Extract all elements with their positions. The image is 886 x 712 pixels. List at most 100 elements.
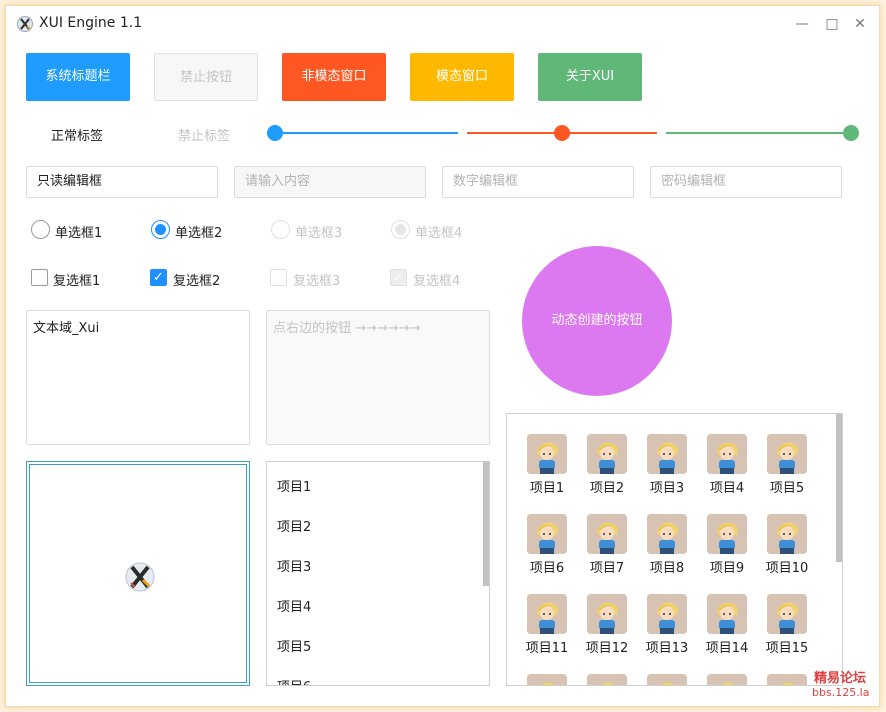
modal-window-button[interactable]: 模态窗口 xyxy=(410,53,514,101)
xui-logo-icon xyxy=(17,16,33,32)
grid-item-label: 项目6 xyxy=(529,561,565,576)
grid-item[interactable]: 项目2 xyxy=(577,434,637,496)
character-avatar-icon xyxy=(587,514,627,554)
text-input[interactable]: 请输入内容 xyxy=(234,166,426,198)
grid-item[interactable] xyxy=(757,674,817,685)
checkbox-1[interactable] xyxy=(31,269,48,286)
list-item[interactable]: 项目6 xyxy=(277,676,311,685)
grid-item-label: 项目11 xyxy=(525,641,569,656)
grid-item-label: 项目5 xyxy=(769,481,805,496)
grid-item-label: 项目14 xyxy=(705,641,749,656)
character-avatar-icon xyxy=(527,674,567,685)
list-item[interactable]: 项目5 xyxy=(277,636,311,655)
number-input[interactable]: 数字编辑框 xyxy=(442,166,634,198)
character-avatar-icon xyxy=(647,434,687,474)
password-input[interactable]: 密码编辑框 xyxy=(650,166,842,198)
checkbox-3 xyxy=(270,269,287,286)
grid-item[interactable]: 项目9 xyxy=(697,514,757,576)
list-box[interactable]: 项目1 项目2 项目3 项目4 项目5 项目6 xyxy=(266,461,490,686)
grid-item[interactable]: 项目15 xyxy=(757,594,817,656)
grid-item[interactable]: 项目5 xyxy=(757,434,817,496)
grid-item-label: 项目8 xyxy=(649,561,685,576)
character-avatar-icon xyxy=(707,514,747,554)
grid-item[interactable] xyxy=(577,674,637,685)
green-slider-handle[interactable] xyxy=(843,125,859,141)
grid-item[interactable] xyxy=(517,674,577,685)
radio-2[interactable] xyxy=(151,220,170,239)
character-avatar-icon xyxy=(587,594,627,634)
checkbox-2[interactable]: ✓ xyxy=(150,269,167,286)
character-avatar-icon xyxy=(527,434,567,474)
character-avatar-icon xyxy=(707,674,747,685)
system-titlebar-button[interactable]: 系统标题栏 xyxy=(26,53,130,101)
green-slider-track[interactable] xyxy=(666,132,850,134)
grid-item[interactable]: 项目10 xyxy=(757,514,817,576)
list-item[interactable]: 项目2 xyxy=(277,516,311,535)
icon-grid[interactable]: 项目1 项目2 项目3 项目4 项目5 项目6 项目7 项目8 项目9 项目10 项目11 项目12 项… xyxy=(506,413,843,686)
grid-item[interactable]: 项目8 xyxy=(637,514,697,576)
grid-item-label: 项目3 xyxy=(649,481,685,496)
radio-1[interactable] xyxy=(31,220,50,239)
grid-item[interactable] xyxy=(637,674,697,685)
red-slider-handle[interactable] xyxy=(554,125,570,141)
character-avatar-icon xyxy=(527,594,567,634)
blue-slider-handle[interactable] xyxy=(267,125,283,141)
grid-item-label: 项目10 xyxy=(765,561,809,576)
grid-item[interactable]: 项目7 xyxy=(577,514,637,576)
character-avatar-icon xyxy=(647,514,687,554)
disabled-button: 禁止按钮 xyxy=(154,53,258,101)
grid-item[interactable]: 项目3 xyxy=(637,434,697,496)
grid-item[interactable]: 项目4 xyxy=(697,434,757,496)
image-box xyxy=(26,461,250,686)
grid-item-label: 项目13 xyxy=(645,641,689,656)
grid-item[interactable]: 项目13 xyxy=(637,594,697,656)
blue-slider-track[interactable] xyxy=(274,132,458,134)
about-xui-button[interactable]: 关于XUI xyxy=(538,53,642,101)
character-avatar-icon xyxy=(707,594,747,634)
maximize-icon[interactable]: □ xyxy=(823,15,841,33)
grid-scrollbar[interactable] xyxy=(836,414,842,562)
list-item[interactable]: 项目4 xyxy=(277,596,311,615)
grid-item-label: 项目7 xyxy=(589,561,625,576)
grid-item-label: 项目9 xyxy=(709,561,745,576)
normal-label: 正常标签 xyxy=(51,129,104,144)
grid-item[interactable] xyxy=(697,674,757,685)
disabled-text-area: 点右边的按钮 →→→→→→ xyxy=(266,310,490,445)
character-avatar-icon xyxy=(767,514,807,554)
grid-item[interactable]: 项目11 xyxy=(517,594,577,656)
xui-logo-icon xyxy=(125,562,155,592)
grid-item[interactable]: 项目12 xyxy=(577,594,637,656)
radio-2-label: 单选框2 xyxy=(175,226,223,241)
dynamic-round-button[interactable]: 动态创建的按钮 xyxy=(522,246,672,396)
minimize-icon[interactable]: — xyxy=(793,15,811,33)
checkmark-icon: ✓ xyxy=(393,270,404,285)
list-item[interactable]: 项目3 xyxy=(277,556,311,575)
character-avatar-icon xyxy=(587,674,627,685)
modeless-window-button[interactable]: 非模态窗口 xyxy=(282,53,386,101)
list-scrollbar[interactable] xyxy=(483,462,489,586)
grid-item-label: 项目4 xyxy=(709,481,745,496)
grid-item[interactable]: 项目6 xyxy=(517,514,577,576)
app-window: XUI Engine 1.1 — □ ✕ 系统标题栏 禁止按钮 非模态窗口 模态… xyxy=(5,5,880,707)
grid-item-label: 项目2 xyxy=(589,481,625,496)
grid-item[interactable]: 项目1 xyxy=(517,434,577,496)
grid-item[interactable]: 项目14 xyxy=(697,594,757,656)
character-avatar-icon xyxy=(707,434,747,474)
grid-item-label: 项目1 xyxy=(529,481,565,496)
character-avatar-icon xyxy=(767,594,807,634)
checkbox-3-label: 复选框3 xyxy=(293,274,341,289)
character-avatar-icon xyxy=(767,434,807,474)
grid-item-label: 项目15 xyxy=(765,641,809,656)
list-item[interactable]: 项目1 xyxy=(277,476,311,495)
checkbox-1-label: 复选框1 xyxy=(53,274,101,289)
text-area[interactable]: 文本域_Xui xyxy=(26,310,250,445)
radio-4-label: 单选框4 xyxy=(415,226,463,241)
character-avatar-icon xyxy=(587,434,627,474)
watermark-url: bbs.125.la xyxy=(812,686,870,699)
watermark-text: 精易论坛 xyxy=(814,671,867,686)
close-icon[interactable]: ✕ xyxy=(851,15,869,33)
window-title: XUI Engine 1.1 xyxy=(39,15,143,31)
radio-4 xyxy=(391,220,410,239)
checkbox-4-label: 复选框4 xyxy=(413,274,461,289)
readonly-edit-field[interactable]: 只读编辑框 xyxy=(26,166,218,198)
